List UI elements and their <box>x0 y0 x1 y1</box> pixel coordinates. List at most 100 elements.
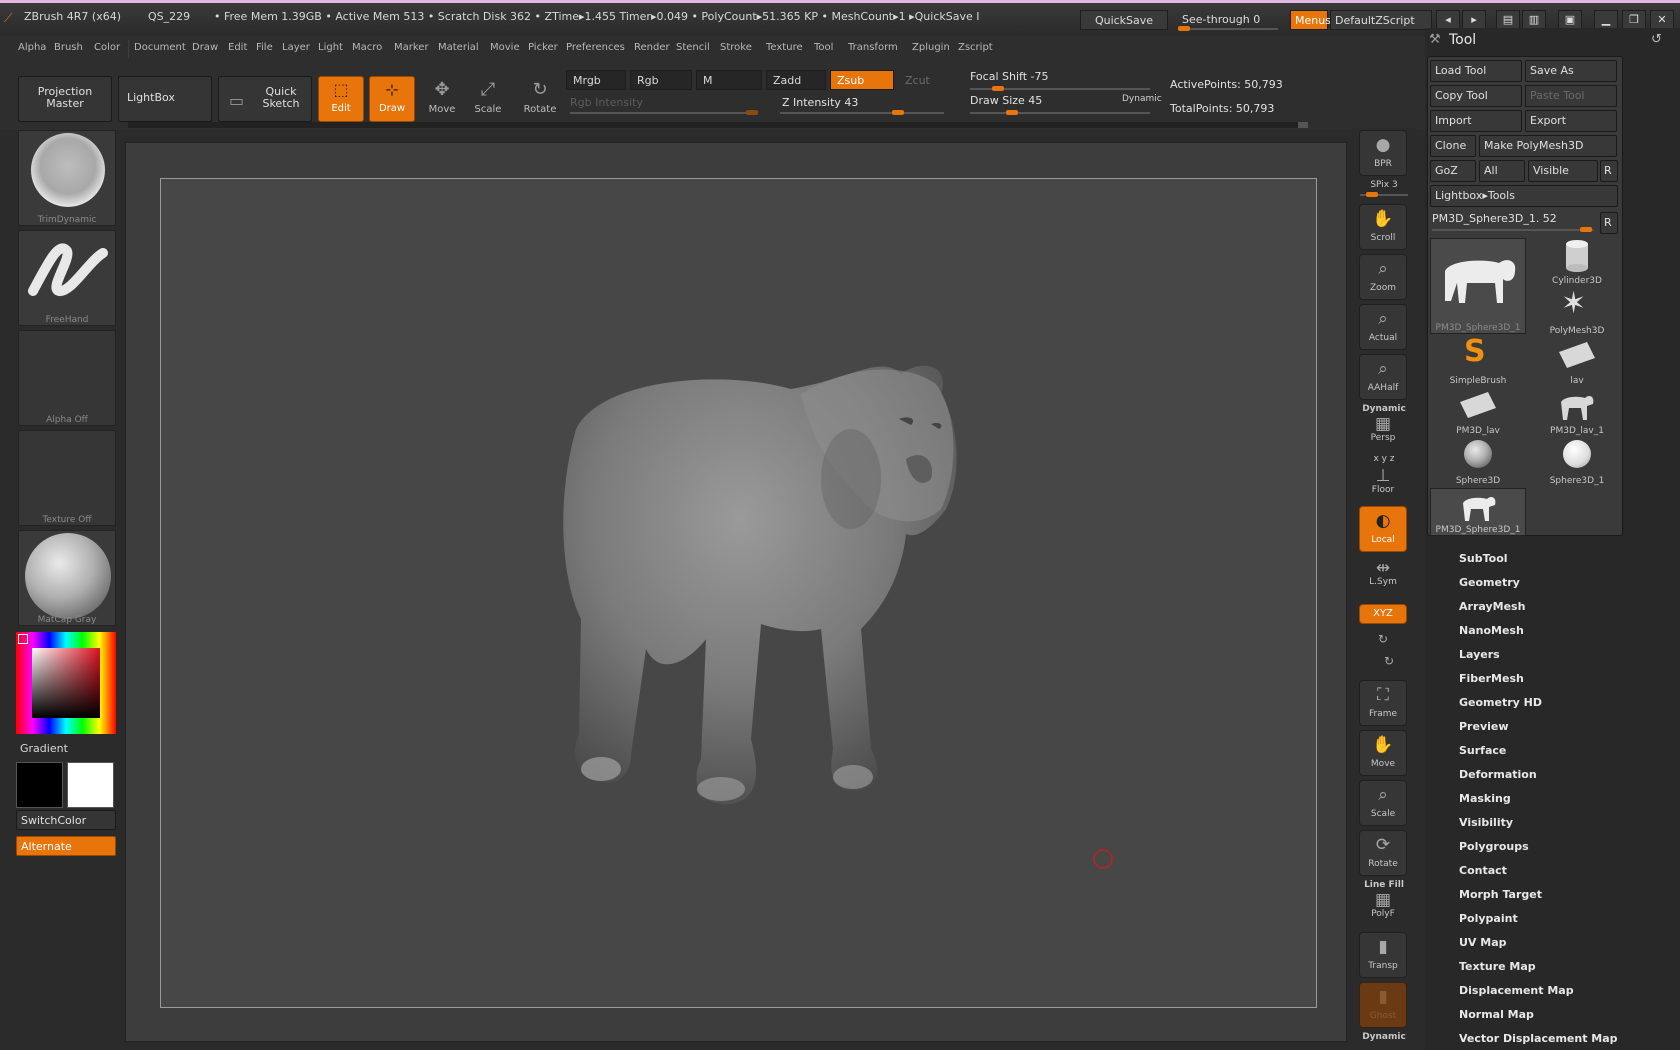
current-tool-slider[interactable]: PM3D_Sphere3D_1. 52 <box>1430 210 1596 232</box>
section-vector-displacement-map[interactable]: Vector Displacement Map <box>1459 1032 1618 1045</box>
scale-view-button[interactable]: ⌕ Scale <box>1359 780 1407 826</box>
menu-zplugin[interactable]: Zplugin <box>912 42 950 53</box>
z-intensity-slider[interactable]: Z Intensity 43 <box>776 94 948 116</box>
layout-alt-icon[interactable]: ▥ <box>1522 10 1546 30</box>
current-tool-r-button[interactable]: R <box>1600 212 1618 234</box>
actual-button[interactable]: ⌕ Actual <box>1359 304 1407 350</box>
lightbox-button[interactable]: LightBox <box>118 76 212 122</box>
zcut-toggle[interactable]: Zcut <box>898 70 948 90</box>
alternate-button[interactable]: Alternate <box>16 836 116 856</box>
brush-picker[interactable]: TrimDynamic <box>18 130 116 226</box>
default-zscript-button[interactable]: DefaultZScript <box>1330 10 1432 30</box>
menu-picker[interactable]: Picker <box>528 42 558 53</box>
section-subtool[interactable]: SubTool <box>1459 552 1508 565</box>
xyz-button[interactable]: XYZ <box>1359 604 1407 624</box>
frame-button[interactable]: ⛶ Frame <box>1359 680 1407 726</box>
layout-icon[interactable]: ▤ <box>1496 10 1520 30</box>
tool-item-lav[interactable]: lav <box>1529 338 1625 386</box>
transp-button[interactable]: ▮ Transp <box>1359 932 1407 978</box>
tool-item-pm3d-sphere3d-1-b[interactable]: PM3D_Sphere3D_1 <box>1430 488 1526 536</box>
copy-tool-button[interactable]: Copy Tool <box>1430 85 1522 107</box>
section-normal-map[interactable]: Normal Map <box>1459 1008 1534 1021</box>
projection-master-button[interactable]: Projection Master <box>18 76 112 122</box>
section-polygroups[interactable]: Polygroups <box>1459 840 1529 853</box>
rotate-view-button[interactable]: ⟳ Rotate <box>1359 830 1407 876</box>
tool-item-polymesh3d[interactable]: ✶ PolyMesh3D <box>1529 286 1625 336</box>
section-contact[interactable]: Contact <box>1459 864 1507 877</box>
rotate-z-icon[interactable]: ↻ <box>1384 654 1394 668</box>
move-mode-button[interactable]: ✥ Move <box>420 76 464 122</box>
paste-tool-button[interactable]: Paste Tool <box>1525 85 1617 107</box>
minimize-icon[interactable]: ▁ <box>1594 10 1618 30</box>
aahalf-button[interactable]: ⌕ AAHalf <box>1359 354 1407 400</box>
tool-item-pm3d-lav-1[interactable]: PM3D_lav_1 <box>1529 388 1625 436</box>
scale-mode-button[interactable]: ⤢ Scale <box>466 76 510 122</box>
zadd-toggle[interactable]: Zadd <box>766 70 826 90</box>
menu-transform[interactable]: Transform <box>848 42 898 53</box>
export-button[interactable]: Export <box>1525 110 1617 132</box>
menu-color[interactable]: Color <box>94 42 120 53</box>
section-layers[interactable]: Layers <box>1459 648 1500 661</box>
goz-button[interactable]: GoZ <box>1430 160 1476 182</box>
mrgb-toggle[interactable]: Mrgb <box>566 70 626 90</box>
section-texture-map[interactable]: Texture Map <box>1459 960 1536 973</box>
section-geometry-hd[interactable]: Geometry HD <box>1459 696 1542 709</box>
goz-r-button[interactable]: R <box>1600 160 1618 182</box>
quicksave-button[interactable]: QuickSave <box>1080 10 1168 30</box>
stroke-picker[interactable]: FreeHand <box>18 230 116 326</box>
menu-light[interactable]: Light <box>318 42 343 53</box>
menu-stroke[interactable]: Stroke <box>720 42 752 53</box>
zoom-button[interactable]: ⌕ Zoom <box>1359 254 1407 300</box>
floor-button[interactable]: ⊥ Floor <box>1359 466 1407 502</box>
section-morph-target[interactable]: Morph Target <box>1459 888 1542 901</box>
persp-button[interactable]: ▦ Persp <box>1359 414 1407 450</box>
goz-visible-button[interactable]: Visible <box>1528 160 1598 182</box>
main-color-swatch[interactable] <box>16 762 63 808</box>
dynamic-toggle[interactable]: Dynamic <box>1122 94 1162 104</box>
section-fibermesh[interactable]: FiberMesh <box>1459 672 1524 685</box>
menu-stencil[interactable]: Stencil <box>676 42 710 53</box>
clone-button[interactable]: Clone <box>1430 135 1476 157</box>
top-shelf-scrollbar[interactable] <box>128 122 1308 128</box>
menu-movie[interactable]: Movie <box>490 42 520 53</box>
menu-edit[interactable]: Edit <box>228 42 247 53</box>
edit-mode-button[interactable]: ⬚ Edit <box>318 76 364 122</box>
menu-alpha[interactable]: Alpha <box>18 42 46 53</box>
tool-item-cylinder3d[interactable]: Cylinder3D <box>1529 238 1625 286</box>
maximize-icon[interactable]: ❐ <box>1622 10 1646 30</box>
polyf-button[interactable]: ▦ PolyF <box>1359 890 1407 926</box>
draw-mode-button[interactable]: ⊹ Draw <box>369 76 415 122</box>
menus-toggle[interactable]: Menus <box>1290 10 1331 30</box>
menu-macro[interactable]: Macro <box>352 42 382 53</box>
lock-icon[interactable]: ▣ <box>1558 10 1582 30</box>
menu-texture[interactable]: Texture <box>766 42 803 53</box>
focal-shift-slider[interactable]: Focal Shift -75 <box>966 70 1156 92</box>
menu-file[interactable]: File <box>256 42 273 53</box>
lightbox-tools-button[interactable]: Lightbox▸Tools <box>1430 185 1618 207</box>
section-surface[interactable]: Surface <box>1459 744 1506 757</box>
section-displacement-map[interactable]: Displacement Map <box>1459 984 1574 997</box>
material-picker[interactable]: MatCap Gray <box>18 530 116 626</box>
make-polymesh3d-button[interactable]: Make PolyMesh3D <box>1479 135 1617 157</box>
gradient-toggle[interactable]: Gradient <box>20 742 68 755</box>
ghost-button[interactable]: ▮ Ghost <box>1359 982 1407 1028</box>
section-nanomesh[interactable]: NanoMesh <box>1459 624 1524 637</box>
rgb-intensity-slider[interactable]: Rgb Intensity <box>566 94 766 116</box>
document-frame[interactable] <box>160 178 1317 1008</box>
goz-all-button[interactable]: All <box>1479 160 1525 182</box>
load-tool-button[interactable]: Load Tool <box>1430 60 1522 82</box>
scroll-button[interactable]: ✋ Scroll <box>1359 204 1407 250</box>
local-button[interactable]: ◐ Local <box>1359 506 1407 552</box>
section-preview[interactable]: Preview <box>1459 720 1509 733</box>
menu-preferences[interactable]: Preferences <box>566 42 625 53</box>
close-icon[interactable]: ✕ <box>1650 10 1674 30</box>
alpha-picker[interactable]: Alpha Off <box>18 330 116 426</box>
palette-left-icon[interactable]: ◂ <box>1436 10 1460 30</box>
save-as-button[interactable]: Save As <box>1525 60 1617 82</box>
m-toggle[interactable]: M <box>696 70 762 90</box>
rotate-y-icon[interactable]: ↻ <box>1378 632 1388 646</box>
move-view-button[interactable]: ✋ Move <box>1359 730 1407 776</box>
menu-marker[interactable]: Marker <box>394 42 429 53</box>
menu-draw[interactable]: Draw <box>192 42 218 53</box>
lioness-model[interactable] <box>161 179 1318 1009</box>
